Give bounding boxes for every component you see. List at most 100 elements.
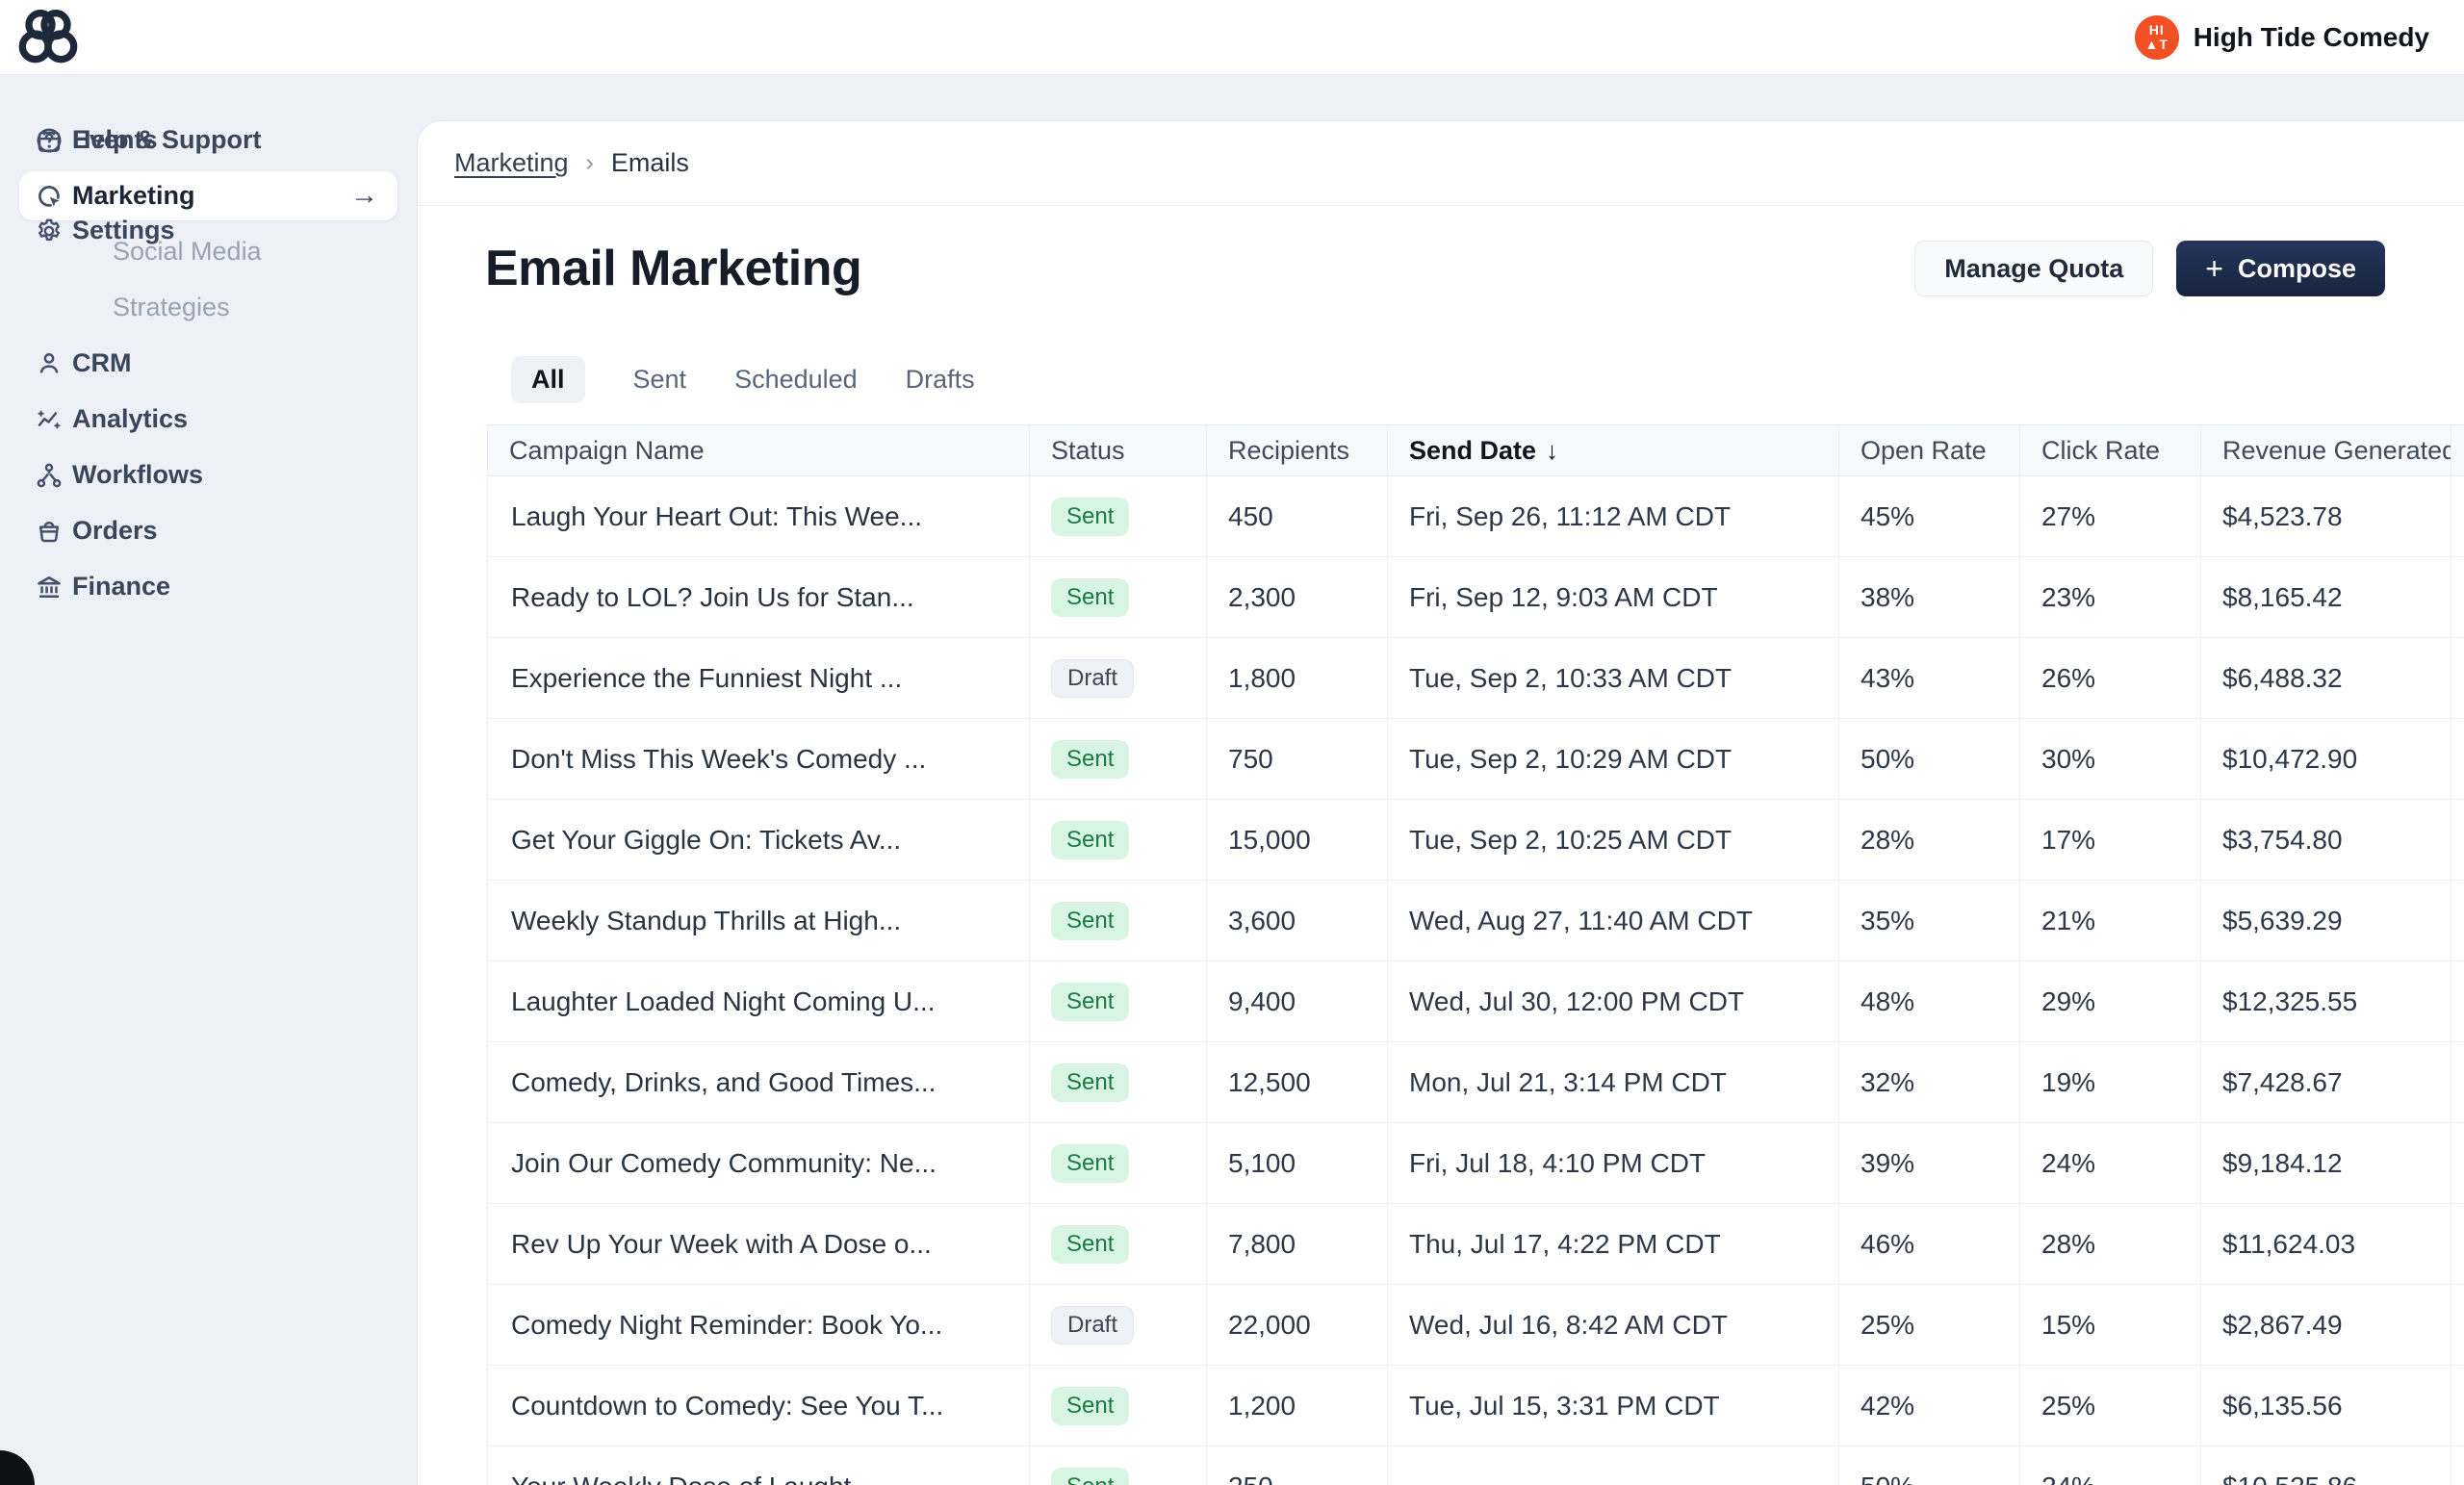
table-row[interactable]: Comedy, Drinks, and Good Times... Sent 1… — [487, 1042, 2464, 1123]
column-header-campaign-name[interactable]: Campaign Name — [488, 425, 1030, 475]
account-menu[interactable]: HI ▲T High Tide Comedy — [2135, 0, 2429, 75]
table-header-row: Campaign Name Status Recipients Send Dat… — [487, 424, 2464, 476]
compose-button[interactable]: + Compose — [2176, 241, 2385, 296]
table-row[interactable]: Rev Up Your Week with A Dose o... Sent 7… — [487, 1204, 2464, 1285]
tab-label: All — [531, 365, 565, 395]
cell-open-rate: 39% — [1839, 1123, 2020, 1203]
cell-send-date: Tue, Sep 2, 10:33 AM CDT — [1388, 638, 1839, 718]
cell-extra — [2451, 1447, 2464, 1485]
cell-status: Sent — [1030, 800, 1207, 880]
breadcrumb-marketing-link[interactable]: Marketing — [454, 148, 569, 178]
column-header-send-date[interactable]: Send Date ↓ — [1388, 425, 1839, 475]
column-header-open-rate[interactable]: Open Rate — [1839, 425, 2020, 475]
breadcrumb-current: Emails — [611, 148, 689, 178]
email-marketing-app: HI ▲T High Tide Comedy Events Marketing … — [0, 0, 2464, 1485]
filter-tab[interactable]: Drafts — [906, 356, 975, 403]
cell-recipients: 22,000 — [1207, 1285, 1388, 1365]
table-body: Laugh Your Heart Out: This Wee... Sent 4… — [487, 476, 2464, 1485]
cell-campaign-name: Comedy, Drinks, and Good Times... — [488, 1042, 1030, 1122]
cell-click-rate: 19% — [2020, 1042, 2201, 1122]
cell-revenue: $3,754.80 — [2201, 800, 2451, 880]
cell-send-date: Mon, Jul 21, 3:14 PM CDT — [1388, 1042, 1839, 1122]
cell-status: Draft — [1030, 638, 1207, 718]
table-row[interactable]: Ready to LOL? Join Us for Stan... Sent 2… — [487, 557, 2464, 638]
cell-open-rate: 28% — [1839, 800, 2020, 880]
filter-tab[interactable]: All — [511, 356, 585, 403]
table-row[interactable]: Laughter Loaded Night Coming U... Sent 9… — [487, 961, 2464, 1042]
account-avatar: HI ▲T — [2135, 15, 2179, 60]
cell-extra — [2451, 1123, 2464, 1203]
table-row[interactable]: Comedy Night Reminder: Book Yo... Draft … — [487, 1285, 2464, 1366]
status-badge: Sent — [1051, 1063, 1129, 1102]
column-header-recipients[interactable]: Recipients — [1207, 425, 1388, 475]
cell-click-rate: 26% — [2020, 638, 2201, 718]
filter-tab[interactable]: Sent — [633, 356, 687, 403]
cell-click-rate: 25% — [2020, 1366, 2201, 1446]
cell-campaign-name: Comedy Night Reminder: Book Yo... — [488, 1285, 1030, 1365]
cell-recipients: 15,000 — [1207, 800, 1388, 880]
column-header-click-rate[interactable]: Click Rate — [2020, 425, 2201, 475]
manage-quota-button[interactable]: Manage Quota — [1914, 241, 2153, 296]
filter-tab[interactable]: Scheduled — [734, 356, 858, 403]
cell-recipients: 2,300 — [1207, 557, 1388, 637]
cell-campaign-name: Rev Up Your Week with A Dose o... — [488, 1204, 1030, 1284]
cell-status: Sent — [1030, 1447, 1207, 1485]
column-header-status[interactable]: Status — [1030, 425, 1207, 475]
cell-status: Sent — [1030, 1042, 1207, 1122]
breadcrumb-separator: › — [586, 149, 594, 177]
status-badge: Sent — [1051, 498, 1129, 536]
cell-extra — [2451, 961, 2464, 1041]
cell-click-rate: 21% — [2020, 881, 2201, 960]
cell-extra — [2451, 476, 2464, 556]
cell-status: Sent — [1030, 1204, 1207, 1284]
status-badge: Draft — [1051, 659, 1134, 698]
brand-logo-icon[interactable] — [17, 7, 79, 68]
status-filter-tabs: All Sent Scheduled Drafts — [511, 356, 975, 403]
cell-recipients: 1,800 — [1207, 638, 1388, 718]
cell-open-rate: 38% — [1839, 557, 2020, 637]
cell-send-date: Fri, Sep 26, 11:12 AM CDT — [1388, 476, 1839, 556]
cell-recipients: 9,400 — [1207, 961, 1388, 1041]
cell-send-date: Tue, Jul 15, 3:31 PM CDT — [1388, 1366, 1839, 1446]
page-actions: Manage Quota + Compose — [1914, 241, 2385, 296]
avatar-line1: HI — [2149, 23, 2165, 38]
table-row[interactable]: Experience the Funniest Night ... Draft … — [487, 638, 2464, 719]
avatar-line2: ▲T — [2144, 38, 2168, 52]
column-header-extra — [2451, 425, 2464, 475]
status-badge: Sent — [1051, 1468, 1129, 1485]
table-row[interactable]: Get Your Giggle On: Tickets Av... Sent 1… — [487, 800, 2464, 881]
plus-icon: + — [2205, 253, 2223, 284]
table-row[interactable]: Laugh Your Heart Out: This Wee... Sent 4… — [487, 476, 2464, 557]
cell-campaign-name: Ready to LOL? Join Us for Stan... — [488, 557, 1030, 637]
table-row[interactable]: Countdown to Comedy: See You T... Sent 1… — [487, 1366, 2464, 1447]
tab-label: Sent — [633, 365, 687, 395]
status-badge: Sent — [1051, 983, 1129, 1021]
cell-recipients: 1,200 — [1207, 1366, 1388, 1446]
cell-open-rate: 25% — [1839, 1285, 2020, 1365]
cell-recipients: 750 — [1207, 719, 1388, 799]
top-header-bar: HI ▲T High Tide Comedy — [0, 0, 2464, 75]
account-name: High Tide Comedy — [2194, 22, 2429, 53]
sidebar-footer-item[interactable]: Settings — [19, 206, 398, 255]
table-row[interactable]: Don't Miss This Week's Comedy ... Sent 7… — [487, 719, 2464, 800]
column-header-revenue[interactable]: Revenue Generated — [2201, 425, 2451, 475]
cell-send-date: Tue, Sep 2, 10:25 AM CDT — [1388, 800, 1839, 880]
cell-status: Sent — [1030, 476, 1207, 556]
cell-send-date: Thu, Jul 17, 4:22 PM CDT — [1388, 1204, 1839, 1284]
cell-campaign-name: Weekly Standup Thrills at High... — [488, 881, 1030, 960]
table-row[interactable]: Join Our Comedy Community: Ne... Sent 5,… — [487, 1123, 2464, 1204]
cell-revenue: $12,325.55 — [2201, 961, 2451, 1041]
cell-revenue: $4,523.78 — [2201, 476, 2451, 556]
table-row[interactable]: Weekly Standup Thrills at High... Sent 3… — [487, 881, 2464, 961]
cell-recipients: 12,500 — [1207, 1042, 1388, 1122]
cell-campaign-name: Experience the Funniest Night ... — [488, 638, 1030, 718]
campaigns-table: Campaign Name Status Recipients Send Dat… — [487, 424, 2464, 1485]
cell-open-rate: 32% — [1839, 1042, 2020, 1122]
sidebar-footer-item[interactable]: Help & Support — [19, 115, 398, 165]
cell-send-date: Fri, Sep 12, 9:03 AM CDT — [1388, 557, 1839, 637]
cell-status: Sent — [1030, 1123, 1207, 1203]
cell-status: Sent — [1030, 557, 1207, 637]
table-row[interactable]: Your Weekly Dose of Laught... Sent 250 5… — [487, 1447, 2464, 1485]
cell-campaign-name: Don't Miss This Week's Comedy ... — [488, 719, 1030, 799]
cell-send-date: Wed, Jul 30, 12:00 PM CDT — [1388, 961, 1839, 1041]
